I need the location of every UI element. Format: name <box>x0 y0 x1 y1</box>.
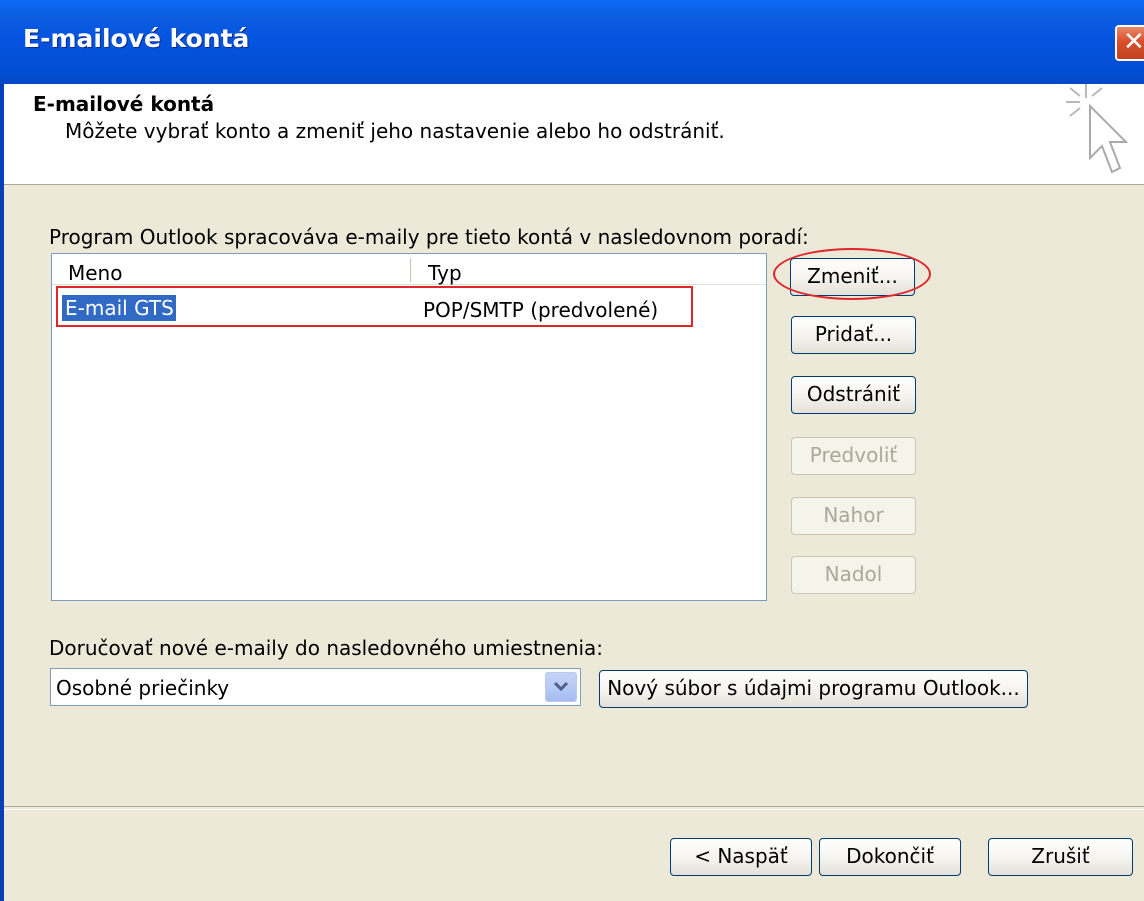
window-frame <box>0 84 4 901</box>
add-button[interactable]: Pridať... <box>791 316 916 354</box>
dropdown-button[interactable] <box>545 672 577 702</box>
remove-button[interactable]: Odstrániť <box>791 376 916 414</box>
annotation-row-highlight <box>56 286 693 327</box>
delivery-location-value: Osobné priečinky <box>56 676 230 700</box>
move-up-button[interactable]: Nahor <box>791 497 916 535</box>
footer-divider <box>4 806 1144 810</box>
cancel-button[interactable]: Zrušiť <box>988 838 1133 876</box>
chevron-down-icon <box>553 681 569 692</box>
header-title: E-mailové kontá <box>33 92 215 116</box>
close-icon: ✕ <box>1123 27 1144 57</box>
window-title: E-mailové kontá <box>23 24 250 53</box>
wizard-cursor-icon <box>1066 84 1129 174</box>
accounts-caption: Program Outlook spracováva e-maily pre t… <box>49 225 809 249</box>
close-button[interactable]: ✕ <box>1115 25 1144 61</box>
column-header-name[interactable]: Meno <box>68 261 122 285</box>
list-header <box>52 254 766 285</box>
back-button[interactable]: < Naspäť <box>670 838 812 876</box>
new-data-file-button[interactable]: Nový súbor s údajmi programu Outlook... <box>599 670 1028 708</box>
delivery-caption: Doručovať nové e-maily do nasledovného u… <box>49 636 604 660</box>
header-subtitle: Môžete vybrať konto a zmeniť jeho nastav… <box>65 119 725 143</box>
annotation-change-ellipse <box>773 248 931 300</box>
move-down-button[interactable]: Nadol <box>791 556 916 594</box>
column-header-type[interactable]: Typ <box>428 261 462 285</box>
set-default-button[interactable]: Predvoliť <box>791 437 916 475</box>
finish-button[interactable]: Dokončiť <box>819 838 961 876</box>
column-separator[interactable] <box>410 258 414 282</box>
